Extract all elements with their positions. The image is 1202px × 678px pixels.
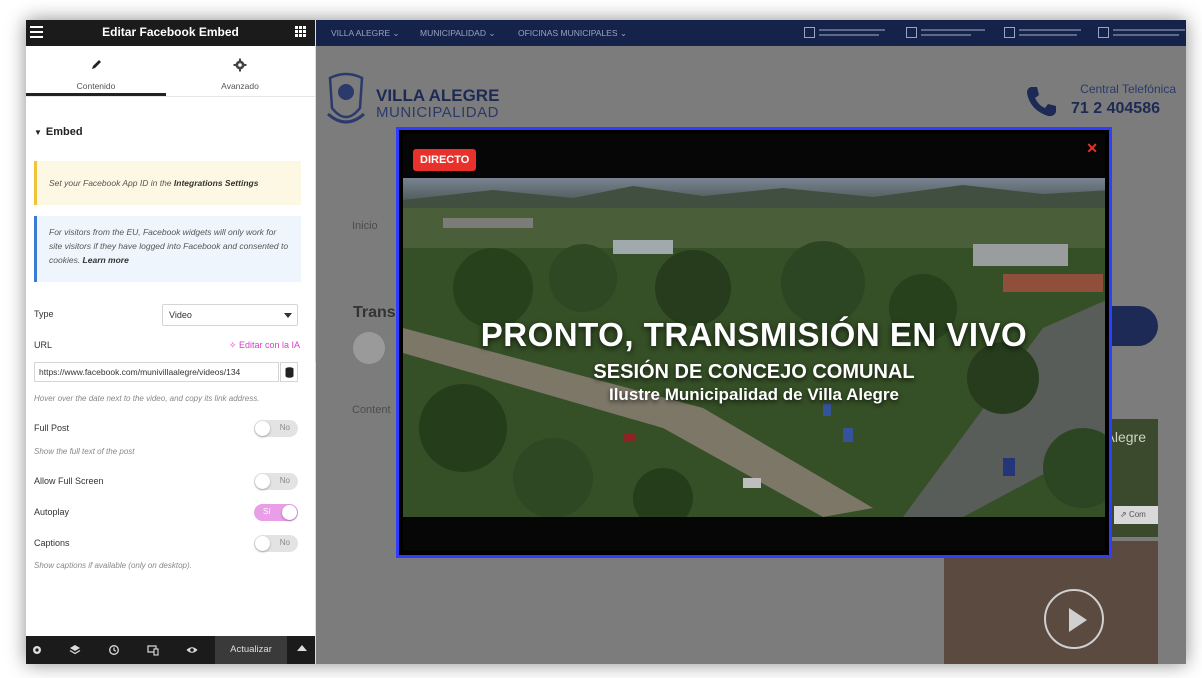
full-post-toggle[interactable]: No — [254, 420, 298, 437]
eye-icon[interactable] — [186, 644, 198, 656]
nav-quick-link[interactable] — [906, 25, 998, 41]
database-icon — [285, 367, 294, 378]
eu-notice: For visitors from the EU, Facebook widge… — [34, 216, 301, 282]
phone-number: 71 2 404586 — [1071, 100, 1160, 117]
captions-hint: Show captions if available (only on desk… — [34, 561, 192, 570]
notice-text: Set your Facebook App ID in the — [49, 178, 174, 188]
full-post-label: Full Post — [34, 423, 70, 433]
panel-footer: Actualizar — [26, 636, 315, 664]
full-post-hint: Show the full text of the post — [34, 447, 135, 456]
type-select-value: Video — [169, 310, 192, 320]
toggle-knob — [255, 421, 270, 436]
organization-text: Ilustre Municipalidad de Villa Alegre — [608, 385, 900, 404]
layers-icon[interactable] — [69, 644, 81, 656]
site-top-nav: VILLA ALEGRE ⌄ MUNICIPALIDAD ⌄ OFICINAS … — [316, 20, 1186, 46]
tab-contenido[interactable]: Contenido — [26, 46, 166, 96]
history-icon[interactable] — [108, 644, 120, 656]
toggle-knob — [282, 505, 297, 520]
caret-down-icon: ▼ — [34, 128, 42, 137]
screen-frame: Editar Facebook Embed Contenido Avanzado — [26, 20, 1186, 664]
learn-more-link[interactable]: Learn more — [83, 255, 129, 265]
captions-toggle[interactable]: No — [254, 535, 298, 552]
nav-item-villa-alegre[interactable]: VILLA ALEGRE ⌄ — [331, 28, 400, 39]
content-text: Content — [352, 404, 391, 416]
type-label: Type — [34, 309, 54, 319]
app-id-notice: Set your Facebook App ID in the Integrat… — [34, 161, 301, 205]
captions-label: Captions — [34, 538, 70, 548]
nav-item-oficinas[interactable]: OFICINAS MUNICIPALES ⌄ — [518, 28, 627, 39]
url-hint: Hover over the date next to the video, a… — [34, 394, 260, 403]
subtitle-text: SESIÓN DE CONCEJO COMUNAL — [593, 361, 915, 383]
brand-subtitle: MUNICIPALIDAD — [376, 104, 499, 121]
section-title-label: Embed — [45, 126, 83, 138]
play-icon[interactable] — [1044, 589, 1104, 649]
modal-content: DIRECTO ✕ PRONTO, TRANSMISIÓN EN VIVO SE… — [403, 134, 1105, 551]
integrations-settings-link[interactable]: Integrations Settings — [174, 178, 259, 188]
pencil-icon — [92, 60, 101, 69]
sparkle-icon: ✧ — [228, 340, 237, 350]
toggle-state: No — [279, 423, 290, 432]
phone-icon — [1027, 87, 1056, 117]
responsive-icon[interactable] — [147, 644, 159, 656]
toggle-state: No — [279, 476, 290, 485]
dynamic-tags-button[interactable] — [280, 362, 298, 382]
nav-quick-link[interactable] — [1004, 25, 1096, 41]
allow-full-screen-toggle[interactable]: No — [254, 473, 298, 490]
breadcrumb[interactable]: Inicio — [352, 220, 378, 232]
editor-panel: Editar Facebook Embed Contenido Avanzado — [26, 20, 316, 664]
live-modal: DIRECTO ✕ PRONTO, TRANSMISIÓN EN VIVO SE… — [396, 127, 1112, 558]
panel-title: Editar Facebook Embed — [102, 25, 239, 39]
panel-tabs: Contenido Avanzado — [26, 46, 315, 97]
video-thumbnail[interactable] — [944, 541, 1158, 664]
toggle-knob — [255, 474, 270, 489]
update-button[interactable]: Actualizar — [215, 636, 287, 664]
toggle-state: No — [279, 538, 290, 547]
toggle-state: Sí — [263, 507, 271, 516]
autoplay-toggle[interactable]: Sí — [254, 504, 298, 521]
autoplay-label: Autoplay — [34, 507, 70, 517]
page-title: Trans — [353, 304, 396, 321]
nav-quick-link[interactable] — [804, 25, 896, 41]
allow-full-screen-label: Allow Full Screen — [34, 476, 104, 486]
phone-label: Central Telefónica — [1080, 82, 1176, 96]
panel-header: Editar Facebook Embed — [26, 20, 315, 46]
live-badge: DIRECTO — [413, 149, 477, 171]
nav-quick-link[interactable] — [1098, 25, 1186, 41]
share-button[interactable]: ⇗ Com — [1114, 506, 1158, 524]
url-input[interactable]: https://www.facebook.com/munivillaalegre… — [34, 362, 279, 382]
video-player[interactable]: PRONTO, TRANSMISIÓN EN VIVO SESIÓN DE CO… — [403, 178, 1105, 517]
municipal-logo — [327, 72, 365, 124]
toggle-knob — [255, 536, 270, 551]
tab-avanzado[interactable]: Avanzado — [170, 46, 310, 95]
brand-name: VILLA ALEGRE — [376, 86, 500, 105]
chevron-up-icon[interactable] — [297, 645, 307, 651]
section-embed[interactable]: ▼ Embed — [34, 126, 83, 138]
close-icon[interactable]: ✕ — [1086, 140, 1098, 157]
tab-label: Contenido — [76, 81, 116, 91]
edit-with-ai-link[interactable]: ✧ Editar con la IA — [229, 340, 300, 351]
chevron-down-icon — [284, 313, 292, 318]
settings-icon[interactable] — [31, 644, 43, 656]
headline-text: PRONTO, TRANSMISIÓN EN VIVO — [480, 316, 1028, 353]
widgets-grid-icon[interactable] — [295, 26, 306, 37]
tab-label: Avanzado — [221, 81, 259, 91]
avatar — [353, 332, 385, 364]
type-select[interactable]: Video — [162, 304, 298, 326]
ai-link-label: Editar con la IA — [238, 340, 300, 350]
url-label: URL — [34, 340, 53, 350]
nav-item-municipalidad[interactable]: MUNICIPALIDAD ⌄ — [420, 28, 495, 39]
gear-icon — [233, 58, 247, 72]
